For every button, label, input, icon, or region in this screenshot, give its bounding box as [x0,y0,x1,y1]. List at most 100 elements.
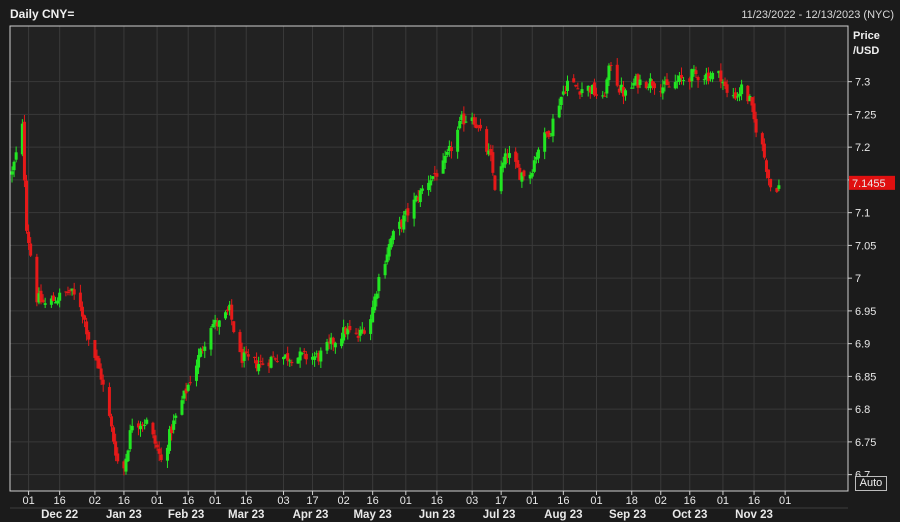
candle-body [10,171,14,175]
x-tick-label: 02 [338,495,350,507]
candle-body [402,215,406,230]
candle-body [143,425,147,427]
x-tick-label: 16 [240,495,252,507]
candle-body [485,129,489,152]
candle-body [767,169,771,179]
candle-body [362,330,366,334]
candle-body [259,360,263,362]
candle-body [51,295,55,302]
candle-body [145,419,149,424]
candle-body [107,387,111,416]
candle-body [242,352,246,361]
candle-body [78,292,82,308]
candle-body [557,105,561,118]
candle-body [735,96,739,98]
candle-body [304,353,308,360]
y-tick-label: 6.85 [855,371,876,383]
auto-scale-button[interactable]: Auto [855,476,887,491]
y-tick-label: 6.9 [855,339,870,351]
x-tick-label: 01 [526,495,538,507]
candle-body [443,155,447,163]
x-tick-label: 16 [182,495,194,507]
candle-body [607,65,611,81]
candle-body [325,341,329,351]
candle-body [769,178,773,188]
candle-body [595,94,599,96]
x-tick-label: 03 [277,495,289,507]
candle-body [725,84,729,93]
x-tick-label: 01 [779,495,791,507]
candle-body [180,400,184,415]
x-month-label: Jan 23 [106,509,142,521]
candle-body [101,379,105,385]
y-unit-line2: /USD [853,45,879,57]
candle-body [630,87,634,89]
candle-body [159,454,163,461]
candle-body [445,151,449,155]
candle-body [313,356,317,360]
candle-body [253,356,257,358]
last-price-marker: 7.1455 [849,175,895,190]
x-tick-label: 16 [748,495,760,507]
candle-body [740,84,744,95]
x-tick-label: 18 [626,495,638,507]
x-tick-label: 02 [89,495,101,507]
x-month-label: May 23 [353,509,391,521]
candle-body [217,320,221,327]
candle-body [406,208,410,216]
x-tick-label: 01 [22,495,34,507]
candle-body [563,92,567,94]
plot-area[interactable] [10,26,848,491]
candle-body [139,425,143,430]
candle-body [532,160,536,172]
candle-body [257,364,261,372]
candle-body [109,416,113,427]
candle-body [565,80,569,92]
candle-body [491,152,495,173]
candle-body [209,328,213,350]
candle-body [679,75,683,79]
candle-body [12,161,16,171]
x-month-label: Apr 23 [293,509,329,521]
x-tick-label: 16 [367,495,379,507]
candle-body [41,299,45,303]
x-month-label: Dec 22 [41,509,78,521]
candle-body [391,231,395,240]
candle-body [174,415,178,418]
candle-body [130,425,134,431]
candle-body [760,133,764,145]
x-tick-label: 17 [495,495,507,507]
candle-body [638,79,642,85]
candlestick-chart[interactable]: 6.76.756.86.856.96.9577.057.17.157.27.25… [0,0,900,522]
candle-body [333,342,337,348]
candle-body [653,83,657,89]
y-tick-label: 7.25 [855,109,876,121]
candle-body [478,124,482,129]
x-tick-label: 01 [151,495,163,507]
y-tick-label: 7.1 [855,208,870,220]
y-tick-label: 7.05 [855,240,876,252]
candle-body [418,190,422,203]
candle-body [516,160,520,168]
candle-body [493,175,497,190]
x-month-label: Aug 23 [544,509,582,521]
y-tick-label: 6.8 [855,404,870,416]
candle-body [429,180,433,186]
candle-body [319,350,323,362]
candle-body [624,90,628,96]
candle-body [543,132,547,152]
candle-body [211,324,215,328]
candle-body [58,292,62,301]
candle-body [232,321,236,333]
candle-body [83,315,87,320]
candle-body [464,121,468,123]
candle-body [72,289,76,295]
candle-body [694,70,698,75]
candle-body [719,70,723,82]
candle-body [157,448,161,454]
candle-body [25,180,29,231]
last-price-label: 7.1455 [852,178,886,190]
candle-body [87,331,91,340]
x-tick-label: 01 [209,495,221,507]
candle-body [702,79,706,81]
